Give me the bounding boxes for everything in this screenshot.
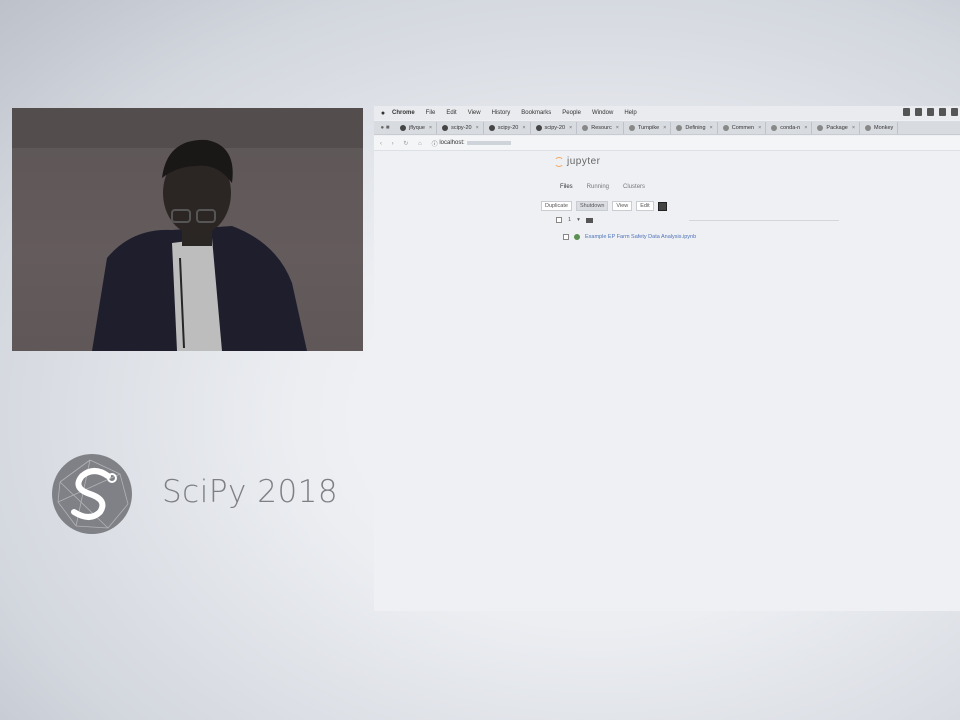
close-icon[interactable]: ×	[429, 125, 432, 131]
browser-tab[interactable]: Monkey	[861, 121, 899, 134]
browser-tab[interactable]: conda-n ×	[767, 121, 813, 134]
page-icon	[817, 124, 824, 131]
edit-button[interactable]: Edit	[636, 201, 654, 211]
close-icon[interactable]: ×	[522, 125, 525, 131]
notebook-running-icon	[574, 234, 580, 240]
tab-label: Commen	[731, 124, 755, 131]
info-icon[interactable]: ⓘ	[432, 139, 440, 148]
tab-label: jflyque	[409, 124, 425, 131]
close-icon[interactable]: ×	[476, 125, 479, 131]
page-icon	[676, 124, 683, 131]
status-icon[interactable]	[951, 108, 958, 116]
github-icon	[442, 124, 449, 131]
page-icon	[722, 124, 729, 131]
menu-help[interactable]: Help	[624, 110, 636, 116]
close-icon[interactable]: ×	[710, 125, 713, 131]
menu-chrome[interactable]: Chrome	[392, 110, 415, 116]
menu-file[interactable]: File	[426, 110, 436, 116]
browser-tab[interactable]: scipy-20 ×	[485, 121, 531, 134]
page-icon	[582, 124, 589, 131]
browser-tab[interactable]: scipy-20 ×	[532, 121, 578, 134]
file-row[interactable]: Example EP Farm Safety Data Analysis.ipy…	[563, 234, 696, 240]
tab-label: Turnpike	[637, 124, 660, 131]
close-icon[interactable]: ×	[758, 125, 761, 131]
menu-window[interactable]: Window	[592, 110, 613, 116]
jupyter-logo-text: jupyter	[567, 156, 601, 167]
file-name-link[interactable]: Example EP Farm Safety Data Analysis.ipy…	[585, 234, 696, 240]
duplicate-button[interactable]: Duplicate	[541, 201, 572, 211]
browser-tabbar: ● ■ jflyque × scipy-20 × scipy-20 × scipy-2…	[374, 121, 960, 135]
tab-label: conda-n	[780, 124, 801, 131]
menu-people[interactable]: People	[562, 110, 581, 116]
close-icon[interactable]: ×	[663, 125, 666, 131]
browser-tab[interactable]: Defining ×	[672, 121, 718, 134]
browser-window: ● Chrome File Edit View History Bookmark…	[374, 106, 960, 611]
close-icon[interactable]: ×	[804, 125, 807, 131]
tab-clusters[interactable]: Clusters	[623, 184, 645, 190]
tab-label: scipy-20	[451, 124, 472, 131]
tab-files[interactable]: Files	[560, 184, 573, 190]
shutdown-button[interactable]: Shutdown	[575, 201, 609, 211]
status-icon[interactable]	[927, 108, 934, 116]
github-icon	[488, 124, 495, 131]
speaker-silhouette	[12, 108, 363, 351]
delete-icon[interactable]	[657, 201, 667, 211]
browser-tab[interactable]: Package ×	[813, 121, 861, 134]
menu-bookmarks[interactable]: Bookmarks	[521, 110, 551, 116]
scipy-logo-icon	[50, 452, 134, 536]
browser-tab[interactable]: Commen ×	[719, 121, 767, 134]
menu-view[interactable]: View	[468, 110, 481, 116]
close-icon[interactable]: ×	[569, 125, 572, 131]
speaker-video	[12, 108, 363, 351]
nav-buttons[interactable]: ‹ › ↻ ⌂	[380, 140, 426, 147]
select-all-checkbox[interactable]	[556, 217, 562, 223]
folder-icon[interactable]	[585, 217, 593, 223]
browser-tab[interactable]: Resourc ×	[578, 121, 624, 134]
browser-tab[interactable]: jflyque ×	[396, 121, 438, 134]
view-button[interactable]: View	[612, 201, 633, 211]
status-icon[interactable]	[939, 108, 946, 116]
page-icon	[771, 124, 778, 131]
apple-icon[interactable]: ●	[374, 110, 392, 117]
status-icon[interactable]	[903, 108, 910, 116]
tab-label: Package	[826, 124, 848, 131]
scipy-2018-title: SciPy 2018	[162, 474, 339, 510]
status-icons	[903, 108, 958, 116]
tab-label: Monkey	[874, 124, 894, 131]
file-checkbox[interactable]	[563, 234, 569, 240]
page-icon	[628, 124, 635, 131]
tab-label: scipy-20	[497, 124, 519, 131]
menu-history[interactable]: History	[492, 110, 511, 116]
github-icon	[400, 124, 406, 131]
select-dropdown-caret[interactable]: ▾	[577, 217, 580, 223]
url-redacted	[466, 141, 511, 145]
selected-count: 1	[568, 217, 572, 223]
jupyter-toolbar: Duplicate Shutdown View Edit	[541, 201, 667, 211]
jupyter-logo[interactable]: jupyter	[554, 156, 601, 167]
jupyter-logo-icon	[554, 156, 564, 167]
tab-label: scipy-20	[544, 124, 566, 131]
jupyter-tabs: Files Running Clusters	[560, 184, 645, 190]
mac-menubar: ● Chrome File Edit View History Bookmark…	[374, 106, 960, 120]
tab-label: Resourc	[591, 124, 612, 131]
browser-tab[interactable]: scipy-20 ×	[438, 121, 484, 134]
menu-edit[interactable]: Edit	[446, 110, 456, 116]
status-icon[interactable]	[915, 108, 922, 116]
browser-tab[interactable]: Turnpike ×	[625, 121, 672, 134]
tab-running[interactable]: Running	[587, 184, 609, 190]
window-controls[interactable]: ● ■	[374, 125, 396, 131]
page-icon	[865, 124, 872, 131]
header-divider	[688, 219, 839, 221]
github-icon	[535, 124, 542, 131]
close-icon[interactable]: ×	[616, 125, 619, 131]
tab-label: Defining	[685, 124, 706, 131]
close-icon[interactable]: ×	[852, 125, 855, 131]
address-bar: ‹ › ↻ ⌂ ⓘ localhost:	[374, 136, 960, 151]
url-field[interactable]: localhost:	[439, 140, 464, 146]
file-list-header: 1 ▾	[556, 217, 839, 223]
